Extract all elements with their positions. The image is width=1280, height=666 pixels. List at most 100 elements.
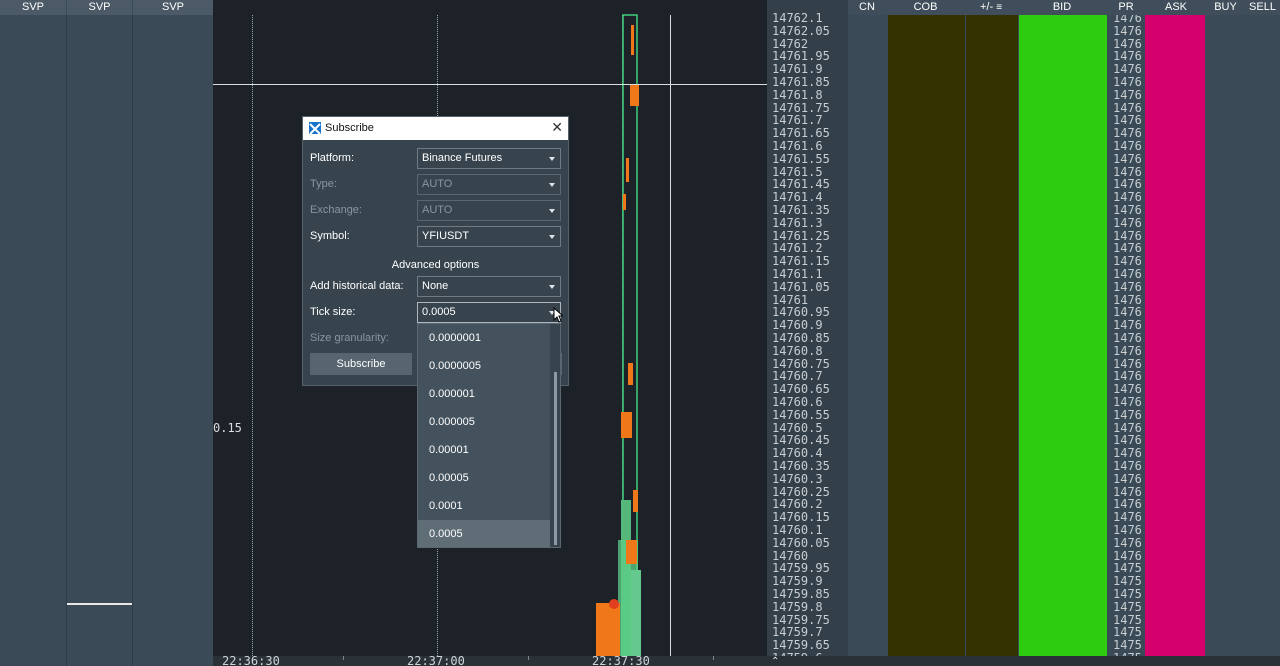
- candle: [626, 158, 629, 182]
- dropdown-option[interactable]: 0.0000005: [418, 352, 550, 380]
- type-value: AUTO: [422, 178, 453, 190]
- platform-value: Binance Futures: [422, 152, 503, 164]
- type-label: Type:: [310, 178, 337, 190]
- tick-size-select[interactable]: 0.0005: [417, 302, 561, 323]
- pr-price-level: 1476: [1113, 471, 1142, 486]
- price-level[interactable]: 14760.8: [772, 345, 823, 358]
- pr-price-level: 1476: [1113, 87, 1142, 102]
- svp-divider: [132, 15, 133, 666]
- svp-panel: SVP SVP SVP: [0, 0, 213, 666]
- historical-data-select[interactable]: None: [417, 276, 561, 297]
- dropdown-option[interactable]: 0.00001: [418, 436, 550, 464]
- dialog-title: Subscribe: [325, 122, 374, 134]
- candle: [621, 412, 632, 438]
- pr-price-level: 1476: [1113, 407, 1142, 422]
- column-header-cn[interactable]: CN: [848, 0, 886, 15]
- close-icon[interactable]: ✕: [551, 120, 563, 135]
- svp-divider: [66, 15, 67, 666]
- pr-price-level: 1476: [1113, 343, 1142, 358]
- advanced-options-heading: Advanced options: [391, 259, 480, 271]
- time-label: 22:37:00: [407, 656, 465, 666]
- price-level[interactable]: 14760.3: [772, 473, 823, 486]
- chevron-down-icon: [549, 209, 555, 213]
- cob-column: [888, 15, 965, 656]
- symbol-select[interactable]: YFIUSDT: [417, 226, 561, 247]
- tick-size-dropdown[interactable]: 0.0000001 0.0000005 0.000001 0.000005 0.…: [417, 323, 561, 548]
- dropdown-option[interactable]: 0.00005: [418, 464, 550, 492]
- time-label: 22:37:30: [592, 656, 650, 666]
- app-logo-icon: [309, 122, 321, 135]
- dropdown-option[interactable]: 0.000001: [418, 380, 550, 408]
- svp-volume-bar: [67, 603, 132, 605]
- price-level[interactable]: 14761.8: [772, 89, 823, 102]
- exchange-select[interactable]: AUTO: [417, 200, 561, 221]
- trade-marker: [609, 599, 619, 609]
- candle: [596, 603, 620, 656]
- time-tick: [713, 656, 714, 660]
- price-level[interactable]: 14761.55: [772, 153, 830, 166]
- column-header-bid[interactable]: BID: [1018, 0, 1106, 15]
- dropdown-option[interactable]: 0.0000001: [418, 324, 550, 352]
- chevron-down-icon: [549, 157, 555, 161]
- time-axis: 22:36:30 22:37:00 22:37:30: [213, 656, 767, 666]
- candle: [628, 363, 633, 385]
- pr-price-level: 1476: [1113, 535, 1142, 550]
- type-select[interactable]: AUTO: [417, 174, 561, 195]
- pr-price-level: 1476: [1113, 23, 1142, 38]
- svp-header-2[interactable]: SVP: [67, 0, 132, 15]
- pr-price-level: 1476: [1113, 215, 1142, 230]
- dropdown-option[interactable]: 0.000005: [418, 408, 550, 436]
- price-level[interactable]: 14761.3: [772, 217, 823, 230]
- historical-data-value: None: [422, 280, 449, 292]
- svp-header-3[interactable]: SVP: [133, 0, 213, 15]
- exchange-value: AUTO: [422, 204, 453, 216]
- candle: [633, 490, 638, 512]
- mouse-cursor-icon: [553, 307, 563, 323]
- chevron-up-icon[interactable]: ⌃: [771, 657, 779, 666]
- dropdown-option[interactable]: 0.0001: [418, 492, 550, 520]
- pr-price-level: 1475: [1113, 599, 1142, 614]
- column-header-delta-label: +/-: [979, 1, 994, 13]
- column-header-cob[interactable]: COB: [887, 0, 964, 15]
- subscribe-button[interactable]: Subscribe: [310, 353, 412, 375]
- volume-bar: [631, 570, 641, 656]
- candle: [626, 540, 637, 564]
- exchange-label: Exchange:: [310, 204, 362, 216]
- svp-header-1[interactable]: SVP: [0, 0, 66, 15]
- price-level[interactable]: 14759.8: [772, 601, 823, 614]
- chevron-down-icon: [549, 183, 555, 187]
- candle: [623, 194, 626, 210]
- filter-icon[interactable]: ≡: [996, 2, 1002, 13]
- column-header-pr[interactable]: PR: [1107, 0, 1145, 15]
- crosshair-vertical: [670, 15, 671, 656]
- price-level[interactable]: 14760.55: [772, 409, 830, 422]
- bid-column[interactable]: [1019, 15, 1107, 656]
- platform-label: Platform:: [310, 152, 355, 164]
- price-axis-label: 0.15: [213, 421, 242, 435]
- candle: [630, 84, 639, 106]
- dropdown-scrollbar-thumb[interactable]: [554, 372, 557, 545]
- dropdown-option-selected[interactable]: 0.0005: [418, 520, 550, 547]
- time-tick: [343, 656, 344, 660]
- pr-price-level: 1476: [1113, 279, 1142, 294]
- column-header-delta[interactable]: +/- ≡: [965, 0, 1017, 15]
- price-level[interactable]: 14762.05: [772, 25, 830, 38]
- crosshair-horizontal: [213, 84, 767, 85]
- pr-column: 1476 1476 1476 1476 1476 1476 1476 1476 1476 1476…: [1107, 15, 1145, 656]
- chevron-down-icon: [549, 235, 555, 239]
- ask-column[interactable]: [1145, 15, 1205, 656]
- dropdown-scrollbar[interactable]: [550, 324, 560, 547]
- candle: [631, 25, 634, 55]
- column-header-ask[interactable]: ASK: [1146, 0, 1206, 15]
- column-header-sell[interactable]: SELL: [1245, 0, 1280, 15]
- price-ladder[interactable]: 14762.1 14762.05 14762 14761.95 14761.9 14761…: [767, 0, 1280, 666]
- platform-select[interactable]: Binance Futures: [417, 148, 561, 169]
- price-level[interactable]: 14761.05: [772, 281, 830, 294]
- dialog-titlebar: Subscribe ✕: [303, 117, 568, 140]
- column-header-buy[interactable]: BUY: [1207, 0, 1244, 15]
- time-tick: [528, 656, 529, 660]
- symbol-label: Symbol:: [310, 230, 350, 242]
- size-granularity-label: Size granularity:: [310, 332, 389, 344]
- delta-column: [966, 15, 1018, 656]
- price-level[interactable]: 14760.05: [772, 537, 830, 550]
